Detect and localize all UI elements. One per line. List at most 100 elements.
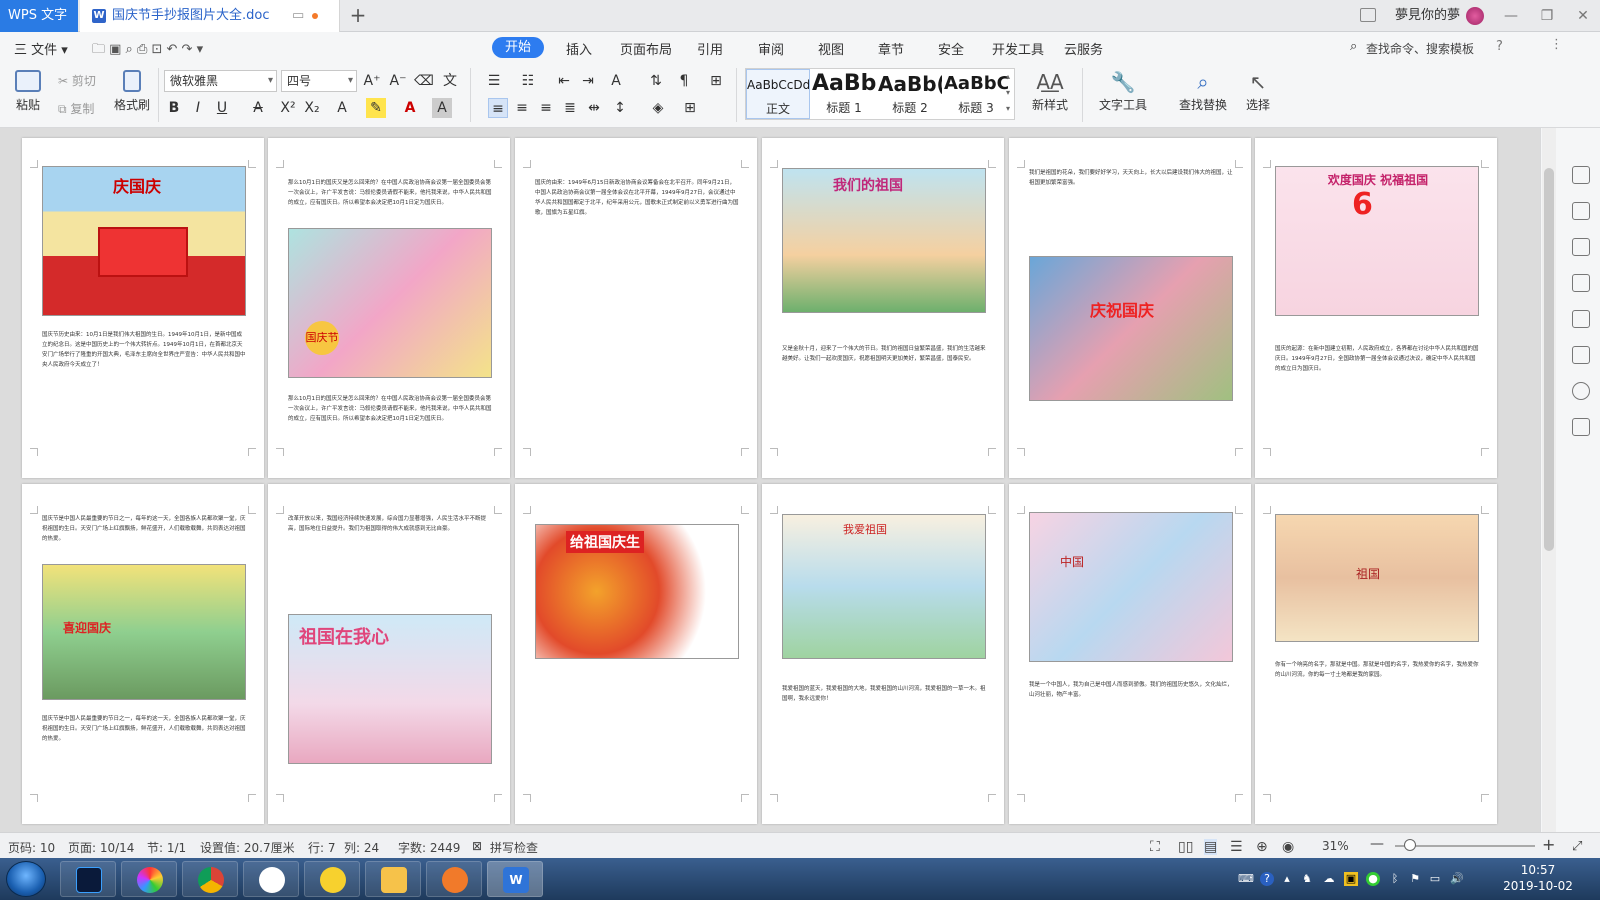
read-mode-icon[interactable]: ▯▯ [1178, 839, 1193, 855]
qq-icon[interactable]: ♞ [1300, 872, 1314, 886]
lock-icon[interactable] [1572, 238, 1590, 256]
strikethrough-icon[interactable]: A [248, 98, 268, 118]
app-tab[interactable]: WPS 文字 [0, 0, 78, 32]
page-11[interactable]: 中国 我是一个中国人，我为自己是中国人而感到骄傲。我们的祖国历史悠久，文化灿烂，… [1009, 484, 1251, 824]
page-7[interactable]: 国庆节是中国人民最重要的节日之一，每年的这一天，全国各族人民都欢聚一堂，庆祝祖国… [22, 484, 264, 824]
shading-icon[interactable]: ◈ [648, 98, 668, 118]
input-method-icon[interactable]: ▣ [1344, 872, 1358, 886]
fit-window-icon[interactable]: ⤢ [1572, 839, 1582, 854]
document-tab[interactable]: W 国庆节手抄报图片大全.doc ▭ [80, 0, 340, 32]
font-name-select[interactable]: 微软雅黑 [164, 70, 277, 92]
tab-references[interactable]: 引用 [697, 39, 723, 58]
fullscreen-icon[interactable]: ⛶ [1150, 839, 1160, 855]
zoom-in-icon[interactable]: + [1542, 835, 1555, 854]
decrease-indent-icon[interactable]: ⇤ [554, 71, 574, 91]
spell-check-button[interactable]: 拼写检查 [490, 839, 538, 856]
help-icon[interactable]: ? [1496, 39, 1503, 54]
eye-protection-icon[interactable]: ◉ [1282, 839, 1294, 855]
border-icon[interactable]: ⊞ [680, 98, 700, 118]
tab-chapter[interactable]: 章节 [878, 39, 904, 58]
handout-image[interactable]: 中国 [1029, 512, 1233, 662]
more-icon[interactable]: ⋮ [1550, 37, 1563, 52]
window-layout-icon[interactable] [1360, 8, 1376, 22]
quick-access-toolbar[interactable]: 🗀 ▣ ⌕ ⎙ ⊡ ↶ ↷ ▾ [92, 40, 203, 62]
volume-icon[interactable]: 🔊 [1450, 872, 1464, 886]
gallery-scroll[interactable]: ▴ ▾ ▾ [1006, 69, 1014, 119]
page-8[interactable]: 改革开放以来，我国经济持续快速发展，综合国力显著增强，人民生活水平不断提高，国际… [268, 484, 510, 824]
chinese-layout-icon[interactable]: A [606, 71, 626, 91]
phonetic-icon[interactable]: 文 [440, 71, 460, 91]
history-icon[interactable] [1572, 382, 1590, 400]
foxmail-app[interactable] [426, 861, 482, 897]
outline-icon[interactable] [1572, 310, 1590, 328]
flag-icon[interactable]: ⚑ [1408, 872, 1422, 886]
web-view-icon[interactable]: ⊕ [1256, 839, 1268, 855]
minimize-button[interactable]: — [1494, 0, 1528, 32]
page-3[interactable]: 国庆的由来：1949年6月15日新政治协商会议筹备会在北平召开。同年9月21日，… [515, 138, 757, 478]
cloud-icon[interactable]: ☁ [1322, 872, 1336, 886]
clear-format-icon[interactable]: ⌫ [414, 71, 434, 91]
style-heading-3[interactable]: AaBbC( 标题 3 [944, 69, 1008, 119]
document-area[interactable]: 庆国庆 国庆节历史由来：10月1日是我们伟大祖国的生日。1949年10月1日，是… [0, 128, 1540, 832]
zoom-slider[interactable] [1395, 845, 1535, 847]
tab-developer[interactable]: 开发工具 [992, 39, 1044, 58]
tab-layout[interactable]: 页面布局 [620, 39, 672, 58]
page-2[interactable]: 那么10月1日的国庆又是怎么回来的？在中国人民政治协商会议第一届全国委员会第一次… [268, 138, 510, 478]
wps-writer-app[interactable]: W [487, 861, 543, 897]
zoom-slider-handle[interactable] [1404, 839, 1416, 851]
handout-image[interactable]: 欢度国庆 祝福祖国 6 [1275, 166, 1479, 316]
pointer-icon[interactable] [1572, 202, 1590, 220]
tab-start[interactable]: 开始 [492, 37, 544, 58]
increase-indent-icon[interactable]: ⇥ [578, 71, 598, 91]
keyboard-icon[interactable]: ⌨ [1238, 872, 1254, 886]
underline-icon[interactable]: U [212, 98, 232, 118]
format-painter-button[interactable]: 格式刷 [112, 70, 152, 113]
numbering-icon[interactable]: ☷ [518, 71, 538, 91]
copy-button[interactable]: ⧉ 复制 [58, 100, 94, 117]
paste-button[interactable]: 粘贴 [10, 70, 46, 113]
style-heading-1[interactable]: AaBb 标题 1 [812, 69, 876, 119]
new-style-button[interactable]: A͟A 新样式 [1026, 70, 1074, 113]
handout-image[interactable]: 给祖国庆生 [535, 524, 739, 659]
avatar[interactable] [1466, 7, 1484, 25]
subscript-icon[interactable]: X₂ [302, 98, 322, 118]
style-heading-2[interactable]: AaBb( 标题 2 [878, 69, 942, 119]
text-effect-icon[interactable]: A [332, 98, 352, 118]
security-icon[interactable]: ● [1366, 872, 1380, 886]
sort-icon[interactable]: ⇅ [646, 71, 666, 91]
user-name[interactable]: 夢見你的夢 [1395, 0, 1460, 32]
clock[interactable]: 10:57 2019-10-02 [1490, 862, 1586, 894]
handout-image[interactable]: 祖国 [1275, 514, 1479, 642]
file-menu[interactable]: 三 文件 ▾ [14, 39, 68, 58]
new-tab-button[interactable]: + [346, 4, 370, 28]
line-spacing-icon[interactable]: ↕ [610, 98, 630, 118]
folder-app[interactable] [365, 861, 421, 897]
distribute-icon[interactable]: ⇹ [584, 98, 604, 118]
photoshop-app[interactable] [60, 861, 116, 897]
adjust-icon[interactable] [1572, 346, 1590, 364]
word-count[interactable]: 字数: 2449 [398, 839, 460, 856]
wechat-app[interactable] [243, 861, 299, 897]
grow-font-icon[interactable]: A⁺ [362, 71, 382, 91]
cut-button[interactable]: ✂ 剪切 [58, 72, 96, 89]
tray-expand-icon[interactable]: ▴ [1280, 872, 1294, 886]
chrome-app[interactable] [182, 861, 238, 897]
align-center-icon[interactable]: ≡ [512, 98, 532, 118]
bullets-icon[interactable]: ☰ [484, 71, 504, 91]
handout-image[interactable]: 喜迎国庆 [42, 564, 246, 700]
tab-insert[interactable]: 插入 [566, 39, 592, 58]
show-marks-icon[interactable]: ¶ [674, 71, 694, 91]
zoom-out-icon[interactable]: — [1370, 836, 1384, 852]
char-shading-icon[interactable]: A [432, 98, 452, 118]
align-left-icon[interactable]: ≡ [488, 98, 508, 118]
handout-image[interactable]: 我们的祖国 [782, 168, 986, 313]
handout-image[interactable]: 国庆节 [288, 228, 492, 378]
bold-icon[interactable]: B [164, 98, 184, 118]
page-view-icon[interactable]: ▤ [1204, 839, 1218, 855]
scrollbar-thumb[interactable] [1544, 168, 1554, 551]
zoom-level[interactable]: 31% [1322, 839, 1349, 853]
page-1[interactable]: 庆国庆 国庆节历史由来：10月1日是我们伟大祖国的生日。1949年10月1日，是… [22, 138, 264, 478]
text-tools-button[interactable]: 🔧 文字工具 [1094, 70, 1152, 113]
handout-image[interactable]: 我爱祖国 [782, 514, 986, 659]
font-color-icon[interactable]: A [400, 98, 420, 118]
